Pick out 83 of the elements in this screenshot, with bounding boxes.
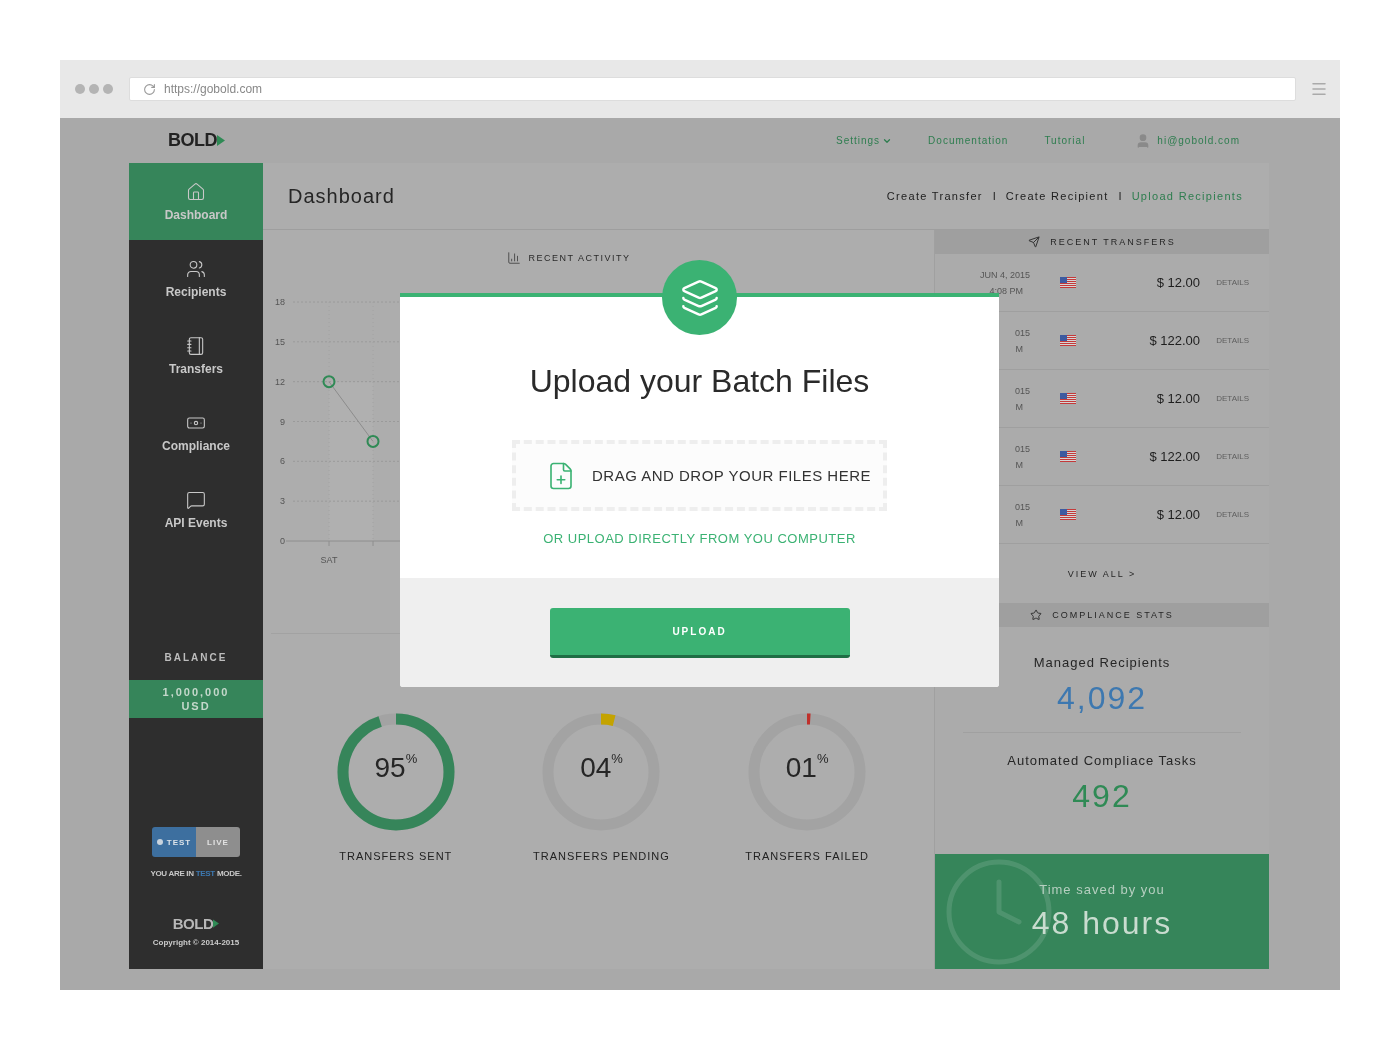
percent-value: 95$^{%}$ bbox=[373, 752, 419, 784]
header-link[interactable]: Upload Recipients bbox=[1131, 190, 1243, 202]
gauge-label: TRANSFERS PENDING bbox=[533, 850, 670, 862]
header-link[interactable]: Create Transfer bbox=[886, 190, 983, 202]
mode-toggle[interactable]: TEST bbox=[152, 827, 196, 857]
dot-icon bbox=[156, 839, 163, 845]
details-link[interactable]: DETAILS bbox=[1216, 452, 1249, 461]
stat-label: Automated Compliace Tasks bbox=[1007, 753, 1197, 768]
sidebar-item[interactable]: Compliance bbox=[129, 394, 263, 471]
message-icon bbox=[186, 489, 206, 510]
transfer-amount: $ 122.00 bbox=[1149, 449, 1200, 464]
sidebar-item[interactable]: Recipients bbox=[129, 240, 263, 317]
percent-value: 01$^{%}$ bbox=[784, 752, 830, 784]
flag-icon bbox=[1059, 451, 1076, 462]
details-link[interactable]: DETAILS bbox=[1216, 278, 1249, 287]
dropzone[interactable]: DRAG AND DROP YOUR FILES HERE bbox=[512, 440, 887, 511]
nav-link[interactable]: Settings bbox=[835, 135, 893, 146]
y-axis-label: 15 bbox=[275, 336, 285, 347]
address-bar[interactable]: https://gobold.com bbox=[129, 77, 1296, 101]
logo-arrow-icon bbox=[217, 135, 225, 146]
y-axis-label: 3 bbox=[280, 496, 285, 507]
flag-icon bbox=[1059, 277, 1076, 288]
gauge-label: TRANSFERS SENT bbox=[339, 850, 453, 862]
transfer-date: 015 M bbox=[1013, 500, 1030, 530]
url-text: https://gobold.com bbox=[164, 82, 263, 96]
user-email[interactable]: hi@gobold.com bbox=[1157, 135, 1240, 146]
transfer-date: 015 M bbox=[1013, 384, 1030, 414]
dialog-title: Upload your Batch Files bbox=[529, 363, 870, 400]
details-link[interactable]: DETAILS bbox=[1216, 394, 1249, 403]
gauge-label: TRANSFERS FAILED bbox=[745, 850, 869, 862]
transfer-amount: $ 12.00 bbox=[1156, 391, 1200, 406]
flag-icon bbox=[1059, 509, 1076, 520]
y-axis-label: 18 bbox=[275, 297, 285, 307]
nav-link[interactable]: Tutorial bbox=[1044, 135, 1086, 146]
y-axis-label: 0 bbox=[280, 536, 285, 546]
sidebar-item[interactable]: Dashboard bbox=[129, 163, 263, 240]
panel-title: RECENT TRANSFERS bbox=[1050, 237, 1176, 247]
bold-logo: BOLD bbox=[168, 130, 225, 151]
time-saved-value: 48 hours bbox=[1031, 904, 1173, 942]
send-icon bbox=[1028, 236, 1041, 248]
page-title: Dashboard bbox=[288, 184, 395, 208]
sidebar-item[interactable]: Transfers bbox=[129, 317, 263, 394]
y-axis-label: 9 bbox=[280, 416, 285, 427]
reload-icon[interactable] bbox=[143, 82, 156, 96]
house-icon bbox=[186, 181, 206, 202]
details-link[interactable]: DETAILS bbox=[1216, 336, 1249, 345]
time-saved-label: Time saved by you bbox=[1039, 881, 1165, 897]
stat-value: 4,092 bbox=[1056, 680, 1148, 717]
mode-toggle[interactable]: LIVE bbox=[196, 827, 240, 857]
y-axis-label: 6 bbox=[280, 456, 285, 467]
details-link[interactable]: DETAILS bbox=[1216, 510, 1249, 519]
separator-text: I bbox=[1118, 190, 1122, 202]
transfer-date: 015 M bbox=[1013, 326, 1030, 356]
notebook-icon bbox=[186, 335, 206, 356]
mode-notice: YOU ARE IN TEST MODE. bbox=[149, 869, 243, 878]
y-axis-label: 12 bbox=[275, 376, 285, 387]
sidebar-item[interactable]: API Events bbox=[129, 471, 263, 548]
x-axis-label: SAT bbox=[320, 555, 338, 565]
window-dots-icon bbox=[75, 84, 115, 94]
chart-title: RECENT ACTIVITY bbox=[528, 253, 631, 263]
flag-icon bbox=[1059, 335, 1076, 346]
percent-value: 04$^{%}$ bbox=[579, 752, 624, 784]
transfer-amount: $ 12.00 bbox=[1156, 507, 1200, 522]
header-link[interactable]: Create Recipient bbox=[1005, 190, 1109, 202]
separator-text: I bbox=[992, 190, 996, 202]
menu-icon[interactable] bbox=[1310, 80, 1328, 98]
copyright-text: Copyright © 2014-2015 bbox=[152, 938, 240, 947]
upload-link[interactable]: OR UPLOAD DIRECTLY FROM YOU COMPUTER bbox=[543, 531, 856, 546]
bar-chart-icon bbox=[506, 251, 521, 265]
transfer-amount: $ 12.00 bbox=[1156, 275, 1200, 290]
upload-button[interactable]: UPLOAD bbox=[549, 607, 850, 658]
panel-title: COMPLIANCE STATS bbox=[1052, 610, 1174, 620]
star-icon bbox=[1030, 609, 1043, 621]
transfer-amount: $ 122.00 bbox=[1149, 333, 1200, 348]
users-icon bbox=[186, 258, 206, 279]
balance-value: 1,000,000 USD bbox=[129, 680, 263, 718]
nav-link[interactable]: Documentation bbox=[928, 135, 1009, 146]
flag-icon bbox=[1059, 393, 1076, 404]
stat-label: Managed Recipients bbox=[1033, 655, 1171, 670]
transfer-date: 015 M bbox=[1013, 442, 1030, 472]
stat-value: 492 bbox=[1072, 778, 1132, 815]
bold-logo: BOLD bbox=[172, 915, 220, 932]
balance-label: BALANCE bbox=[163, 652, 229, 665]
